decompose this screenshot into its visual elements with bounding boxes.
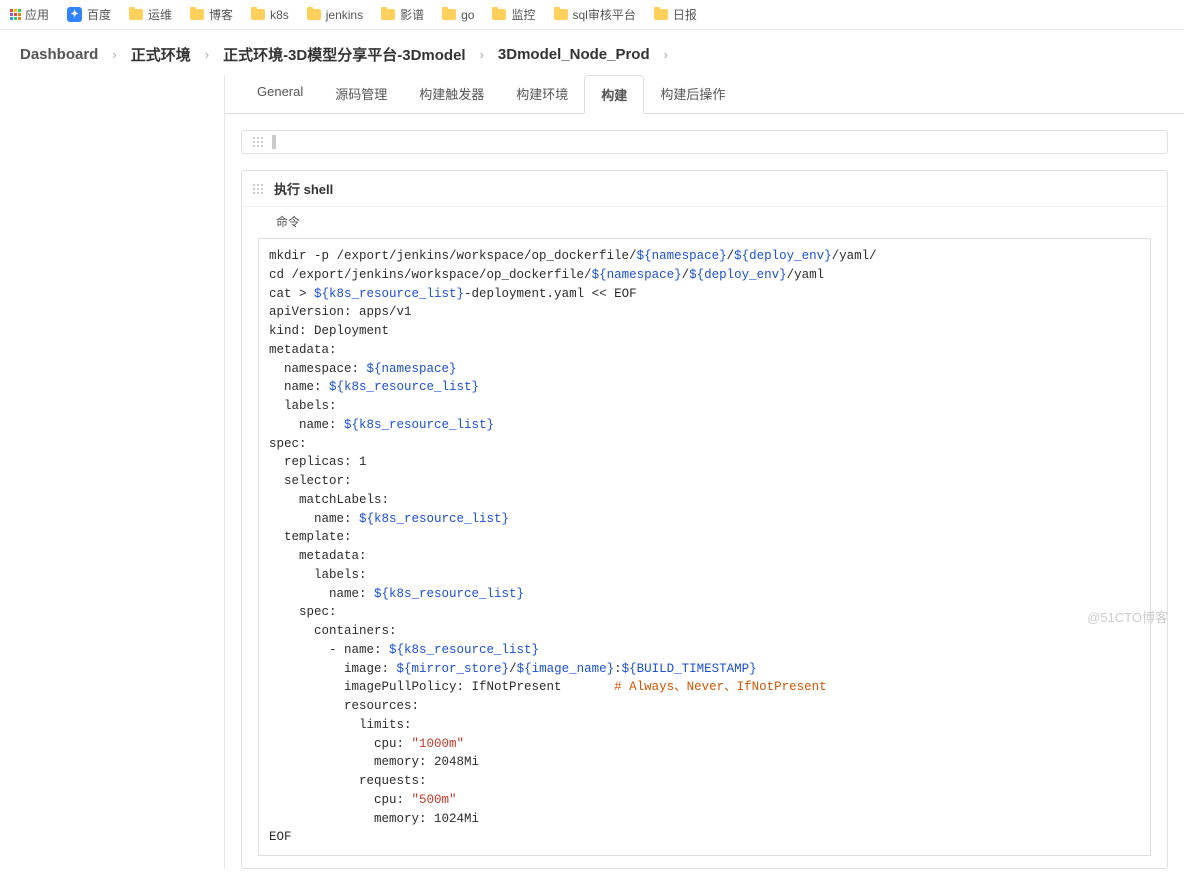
bookmark-item[interactable]: go	[442, 6, 474, 23]
breadcrumb: Dashboard › 正式环境 › 正式环境-3D模型分享平台-3Dmodel › 3Dm…	[0, 30, 1184, 75]
bookmark-item[interactable]: 运维	[129, 6, 172, 23]
shell-title: 执行 shell	[274, 179, 333, 198]
folder-icon	[381, 9, 395, 20]
bookmark-label: 运维	[148, 6, 172, 23]
apps-icon	[10, 9, 21, 20]
apps-label: 应用	[25, 6, 49, 23]
command-label: 命令	[242, 207, 1167, 232]
folder-icon	[129, 9, 143, 20]
shell-command-editor[interactable]: mkdir -p /export/jenkins/workspace/op_do…	[258, 238, 1151, 856]
chevron-right-icon: ›	[474, 47, 490, 62]
bookmark-item[interactable]: 监控	[492, 6, 535, 23]
chevron-right-icon: ›	[658, 47, 674, 62]
bookmark-item[interactable]: ✦ 百度	[67, 6, 111, 23]
bookmark-label: go	[461, 8, 474, 22]
baidu-icon: ✦	[67, 7, 82, 22]
bookmark-item[interactable]: 日报	[654, 6, 697, 23]
bookmark-label: 监控	[511, 6, 535, 23]
bookmark-item[interactable]: 博客	[190, 6, 233, 23]
bookmark-label: 日报	[673, 6, 697, 23]
bookmark-item[interactable]: k8s	[251, 6, 289, 23]
breadcrumb-item[interactable]: 正式环境-3D模型分享平台-3Dmodel	[223, 44, 466, 65]
breadcrumb-item[interactable]: Dashboard	[20, 46, 98, 63]
folder-icon	[654, 9, 668, 20]
tab-构建触发器[interactable]: 构建触发器	[403, 75, 500, 113]
folder-icon	[251, 9, 265, 20]
tab-构建[interactable]: 构建	[584, 75, 644, 114]
config-tabs: General源码管理构建触发器构建环境构建构建后操作	[225, 75, 1184, 114]
tab-源码管理[interactable]: 源码管理	[319, 75, 403, 113]
breadcrumb-item[interactable]: 正式环境	[131, 44, 191, 65]
folder-icon	[442, 9, 456, 20]
tab-General[interactable]: General	[241, 75, 319, 113]
bookmark-item[interactable]: jenkins	[307, 6, 363, 23]
watermark: @51CTO博客	[1087, 607, 1168, 626]
bookmarks-bar: 应用 ✦ 百度 运维 博客 k8s jenkins 影谱 go 监控 sql审核平台 日报	[0, 0, 1184, 30]
bookmark-label: 博客	[209, 6, 233, 23]
bookmark-label: jenkins	[326, 8, 363, 22]
folder-icon	[307, 9, 321, 20]
apps-button[interactable]: 应用	[10, 6, 49, 23]
bookmark-item[interactable]: sql审核平台	[554, 6, 636, 23]
bookmark-item[interactable]: 影谱	[381, 6, 424, 23]
breadcrumb-item[interactable]: 3Dmodel_Node_Prod	[498, 46, 650, 63]
folder-icon	[190, 9, 204, 20]
folder-icon	[492, 9, 506, 20]
execute-shell-block: 执行 shell 命令 mkdir -p /export/jenkins/wor…	[241, 170, 1168, 869]
content-area: General源码管理构建触发器构建环境构建构建后操作 执行 shell 命令 …	[224, 75, 1184, 869]
tab-构建后操作[interactable]: 构建后操作	[644, 75, 741, 113]
bookmark-label: 百度	[87, 6, 111, 23]
bookmark-label: k8s	[270, 8, 289, 22]
chevron-right-icon: ›	[106, 47, 122, 62]
bookmark-label: sql审核平台	[573, 6, 636, 23]
folder-icon	[554, 9, 568, 20]
chevron-right-icon: ›	[199, 47, 215, 62]
bookmark-label: 影谱	[400, 6, 424, 23]
tab-构建环境[interactable]: 构建环境	[500, 75, 584, 113]
drag-handle-icon	[252, 136, 264, 148]
shell-code[interactable]: mkdir -p /export/jenkins/workspace/op_do…	[259, 239, 1150, 855]
shell-header: 执行 shell	[242, 171, 1167, 207]
collapsed-section[interactable]	[241, 130, 1168, 154]
drag-handle-icon[interactable]	[252, 183, 264, 195]
